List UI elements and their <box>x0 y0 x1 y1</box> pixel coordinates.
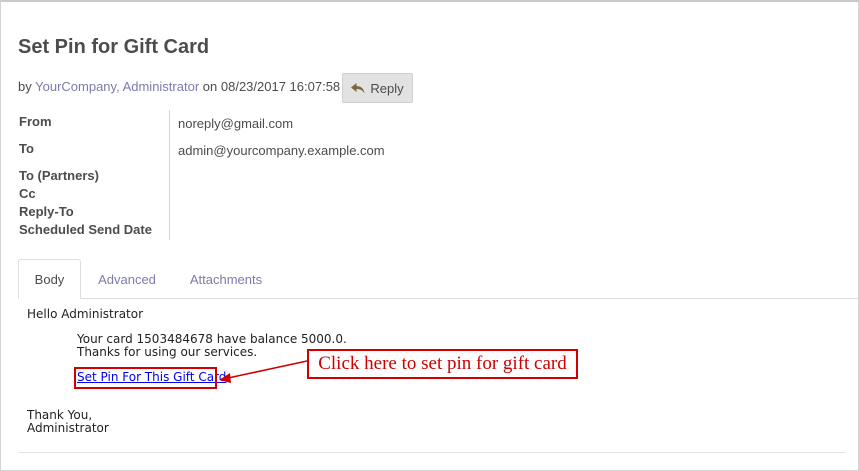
body-bottom-divider <box>18 452 846 453</box>
annotation-callout: Click here to set pin for gift card <box>307 349 578 379</box>
annotation-arrow <box>219 360 308 383</box>
